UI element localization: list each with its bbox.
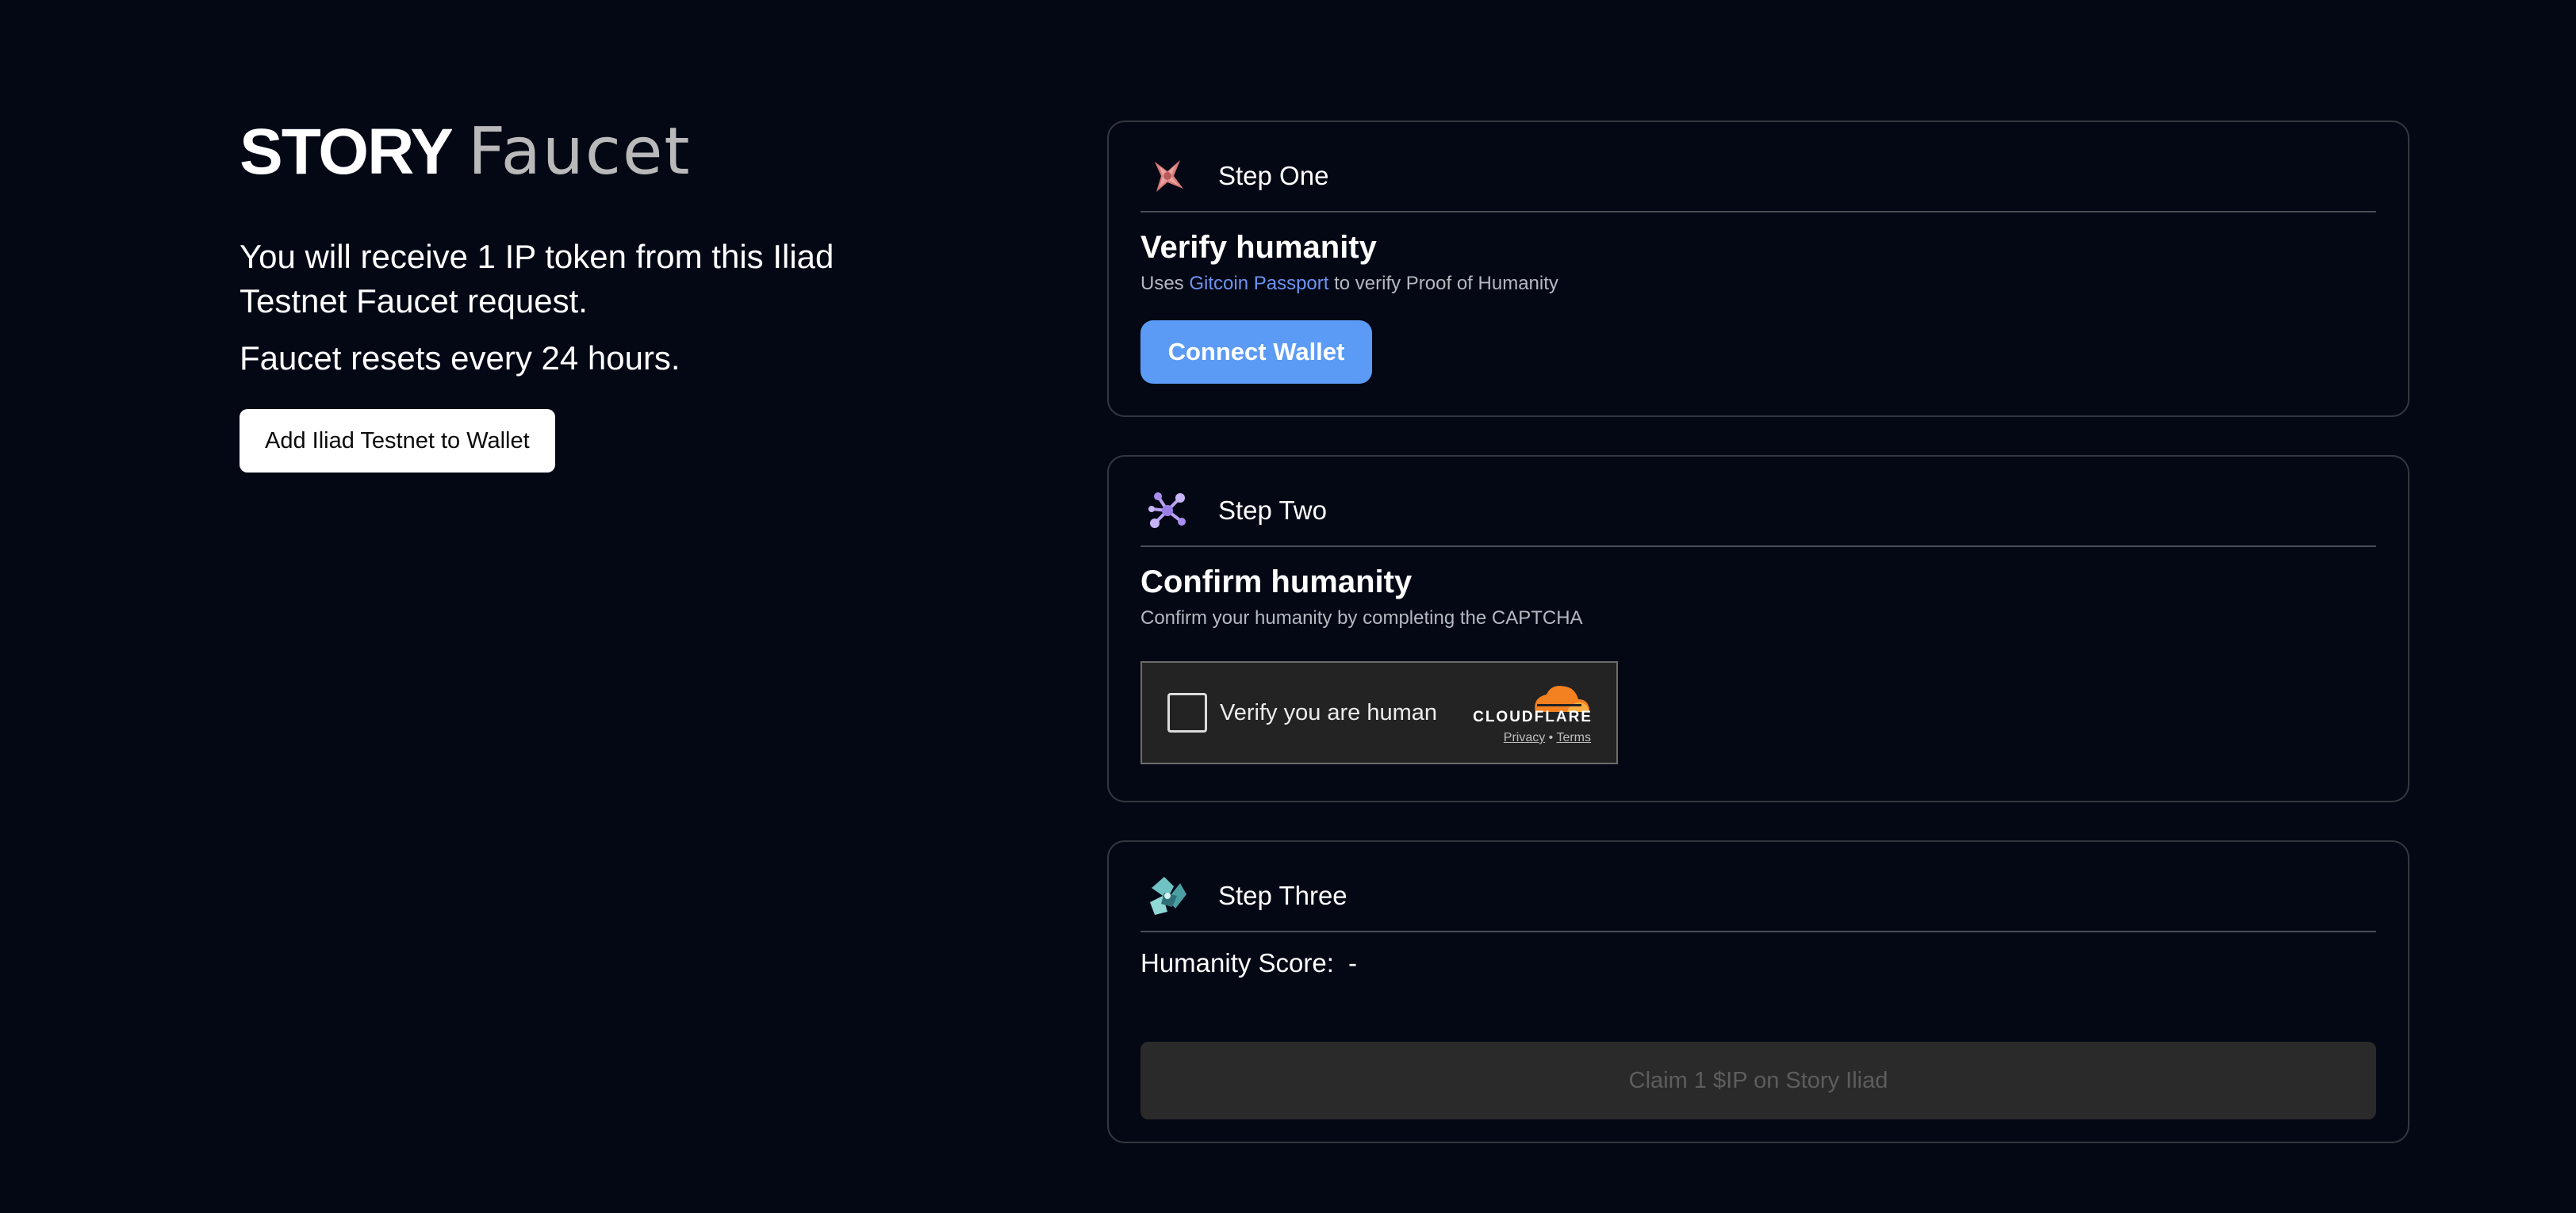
link-separator: •	[1548, 731, 1554, 744]
subtitle-suffix: to verify Proof of Humanity	[1334, 273, 1558, 294]
intro-panel: STORY Faucet You will receive 1 IP token…	[240, 114, 953, 473]
humanity-score-label: Humanity Score:	[1140, 948, 1334, 978]
step-two-header: Step Two	[1144, 479, 2376, 542]
privacy-link[interactable]: Privacy	[1504, 731, 1545, 744]
captcha-checkbox[interactable]	[1167, 693, 1207, 733]
humanity-score-value: -	[1347, 948, 1357, 978]
story-wordmark: STORY	[240, 124, 452, 180]
confirm-humanity-subtitle: Confirm your humanity by completing the …	[1140, 607, 1583, 629]
gitcoin-passport-icon	[1144, 152, 1191, 200]
step-one-card: Step One Verify humanity Uses Gitcoin Pa…	[1107, 121, 2409, 417]
step-two-card: Step Two Confirm humanity Confirm your h…	[1107, 455, 2409, 802]
divider	[1140, 545, 2376, 547]
step-three-label: Step Three	[1218, 881, 1347, 910]
connect-wallet-button[interactable]: Connect Wallet	[1140, 320, 1372, 384]
network-nodes-icon	[1144, 487, 1191, 534]
step-one-header: Step One	[1144, 144, 2376, 208]
verify-humanity-subtitle: Uses Gitcoin Passport to verify Proof of…	[1140, 273, 1558, 295]
story-faucet-logo: STORY Faucet	[240, 114, 953, 189]
divider	[1140, 931, 2376, 932]
step-three-card: Step Three Humanity Score: - Claim 1 $IP…	[1107, 840, 2409, 1143]
humanity-score: Humanity Score: -	[1140, 948, 1357, 978]
reset-info-text: Faucet resets every 24 hours.	[240, 339, 680, 377]
faucet-wordmark: Faucet	[468, 114, 692, 189]
step-two-label: Step Two	[1218, 496, 1327, 525]
divider	[1140, 211, 2376, 212]
svg-text:STORY: STORY	[240, 124, 452, 180]
verify-humanity-title: Verify humanity	[1140, 230, 1377, 265]
step-one-label: Step One	[1218, 161, 1329, 190]
subtitle-prefix: Uses	[1140, 273, 1184, 294]
token-info-text: You will receive 1 IP token from this Il…	[240, 238, 834, 320]
cloudflare-wordmark: CLOUDFLARE	[1473, 709, 1593, 725]
faucet-page: STORY Faucet You will receive 1 IP token…	[0, 0, 2576, 1213]
captcha-links: Privacy • Terms	[1504, 731, 1591, 745]
terms-link[interactable]: Terms	[1556, 731, 1591, 744]
captcha-label: Verify you are human	[1220, 700, 1438, 725]
add-network-button[interactable]: Add Iliad Testnet to Wallet	[240, 409, 555, 473]
step-three-header: Step Three	[1144, 864, 2376, 928]
crystal-icon	[1144, 872, 1191, 920]
captcha-widget: Verify you are human CLOUDFLARE Privacy …	[1140, 661, 1618, 764]
gitcoin-passport-link[interactable]: Gitcoin Passport	[1189, 273, 1328, 294]
confirm-humanity-title: Confirm humanity	[1140, 564, 1413, 599]
claim-ip-button[interactable]: Claim 1 $IP on Story Iliad	[1140, 1042, 2376, 1119]
